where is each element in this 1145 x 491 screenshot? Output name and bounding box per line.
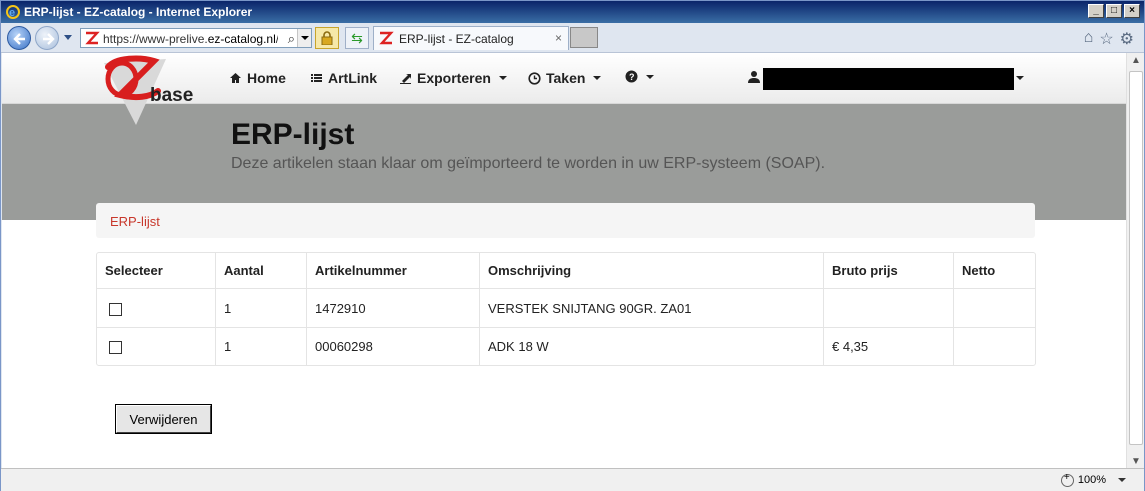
history-dropdown-icon[interactable] xyxy=(64,35,72,40)
settings-gear-icon[interactable]: ⚙ xyxy=(1120,29,1134,49)
aantal-cell: 1 xyxy=(216,327,307,365)
export-icon xyxy=(400,74,411,84)
chevron-down-icon xyxy=(646,74,654,79)
user-menu-redacted[interactable] xyxy=(763,68,1014,90)
close-button[interactable]: × xyxy=(1124,4,1140,18)
bruto-prijs-cell: € 4,35 xyxy=(824,327,954,365)
select-cell xyxy=(97,289,216,327)
delete-button[interactable]: Verwijderen xyxy=(115,404,212,434)
site-navbar: base Home ArtLink Exporteren Taken ? xyxy=(2,53,1126,125)
security-lock-button[interactable] xyxy=(315,27,339,49)
column-header-bruto-prijs: Bruto prijs xyxy=(824,253,954,289)
search-icon[interactable]: ⌕ xyxy=(288,31,295,47)
zoom-level: 100% xyxy=(1077,474,1106,486)
omschrijving-cell: ADK 18 W xyxy=(480,327,824,365)
forward-button[interactable] xyxy=(35,26,59,50)
zoom-control[interactable]: 100% xyxy=(1060,472,1126,488)
url-text[interactable]: https://www-prelive.ez-catalog.nl/E xyxy=(103,32,278,46)
column-header-artikelnummer: Artikelnummer xyxy=(307,253,480,289)
user-icon xyxy=(748,71,760,83)
tab-title: ERP-lijst - EZ-catalog xyxy=(399,32,514,46)
omschrijving-cell: VERSTEK SNIJTANG 90GR. ZA01 xyxy=(480,289,824,327)
back-button[interactable] xyxy=(7,26,31,50)
lock-icon xyxy=(321,31,333,45)
vertical-scrollbar[interactable]: ▲ ▼ xyxy=(1126,53,1144,468)
title-bar: e ERP-lijst - EZ-catalog - Internet Expl… xyxy=(1,1,1144,23)
svg-text:e: e xyxy=(9,7,15,19)
address-bar[interactable]: https://www-prelive.ez-catalog.nl/E ⌕ xyxy=(80,28,312,48)
maximize-button[interactable]: □ xyxy=(1106,4,1122,18)
ezbase-logo[interactable]: base xyxy=(96,55,196,127)
chevron-down-icon[interactable] xyxy=(1016,76,1024,80)
row-checkbox[interactable] xyxy=(109,341,122,355)
zoom-icon xyxy=(1060,472,1074,487)
chevron-down-icon xyxy=(593,76,602,80)
ezbase-favicon-icon xyxy=(85,31,100,45)
help-icon: ? xyxy=(625,70,638,83)
table-row: 1 00060298 ADK 18 W € 4,35 xyxy=(97,327,1035,365)
browser-toolbar: https://www-prelive.ez-catalog.nl/E ⌕ ⇆ … xyxy=(1,23,1144,53)
home-icon[interactable]: ⌂ xyxy=(1084,29,1094,49)
scrollbar-thumb[interactable] xyxy=(1129,71,1143,445)
tab-close-icon[interactable]: × xyxy=(555,31,562,45)
status-bar: 100% xyxy=(1,468,1144,491)
address-dropdown-button[interactable] xyxy=(297,29,311,47)
breadcrumb: ERP-lijst xyxy=(96,203,1035,238)
ie-logo-icon: e xyxy=(6,5,20,19)
artikelnummer-cell: 00060298 xyxy=(307,327,480,365)
window-title: ERP-lijst - EZ-catalog - Internet Explor… xyxy=(24,5,253,19)
erp-table: Selecteer Aantal Artikelnummer Omschrijv… xyxy=(96,252,1036,366)
netto-cell xyxy=(954,289,1035,327)
nav-exporteren[interactable]: Exporteren xyxy=(399,70,507,86)
svg-text:base: base xyxy=(150,85,193,106)
chevron-down-icon xyxy=(1118,478,1126,482)
ezbase-favicon-icon xyxy=(379,31,394,45)
table-row: 1 1472910 VERSTEK SNIJTANG 90GR. ZA01 xyxy=(97,289,1035,327)
select-cell xyxy=(97,327,216,365)
scroll-up-icon[interactable]: ▲ xyxy=(1131,55,1141,66)
bruto-prijs-cell xyxy=(824,289,954,327)
column-header-netto: Netto xyxy=(954,253,1035,289)
home-icon xyxy=(230,73,241,83)
clock-icon xyxy=(528,71,541,85)
row-checkbox[interactable] xyxy=(109,302,122,316)
page-subtitle: Deze artikelen staan klaar om geïmportee… xyxy=(231,155,826,172)
window-controls: _ □ × xyxy=(1088,4,1140,18)
column-header-omschrijving: Omschrijving xyxy=(480,253,824,289)
chevron-down-icon xyxy=(498,76,507,80)
netto-cell xyxy=(954,327,1035,365)
forward-arrow-icon xyxy=(43,33,55,45)
list-icon xyxy=(311,74,322,82)
table-header-row: Selecteer Aantal Artikelnummer Omschrijv… xyxy=(97,253,1035,289)
nav-help[interactable]: ? xyxy=(625,70,654,83)
page-title: ERP-lijst xyxy=(231,118,355,151)
nav-home[interactable]: Home xyxy=(229,70,286,86)
browser-tab[interactable]: ERP-lijst - EZ-catalog × xyxy=(373,26,569,50)
column-header-selecteer: Selecteer xyxy=(97,253,216,289)
aantal-cell: 1 xyxy=(216,289,307,327)
browser-window: e ERP-lijst - EZ-catalog - Internet Expl… xyxy=(0,0,1145,491)
new-tab-button[interactable] xyxy=(570,27,598,48)
nav-taken[interactable]: Taken xyxy=(528,70,602,86)
breadcrumb-item[interactable]: ERP-lijst xyxy=(110,214,160,229)
refresh-button[interactable]: ⇆ xyxy=(345,27,369,49)
svg-text:?: ? xyxy=(629,72,635,82)
browser-right-icons: ⌂ ☆ ⚙ xyxy=(1084,29,1134,49)
artikelnummer-cell: 1472910 xyxy=(307,289,480,327)
nav-artlink[interactable]: ArtLink xyxy=(310,70,377,86)
favorites-star-icon[interactable]: ☆ xyxy=(1099,29,1113,49)
page-viewport: base Home ArtLink Exporteren Taken ? ERP… xyxy=(2,53,1126,468)
minimize-button[interactable]: _ xyxy=(1088,4,1104,18)
back-arrow-icon xyxy=(13,33,25,45)
scroll-down-icon[interactable]: ▼ xyxy=(1131,456,1141,467)
column-header-aantal: Aantal xyxy=(216,253,307,289)
